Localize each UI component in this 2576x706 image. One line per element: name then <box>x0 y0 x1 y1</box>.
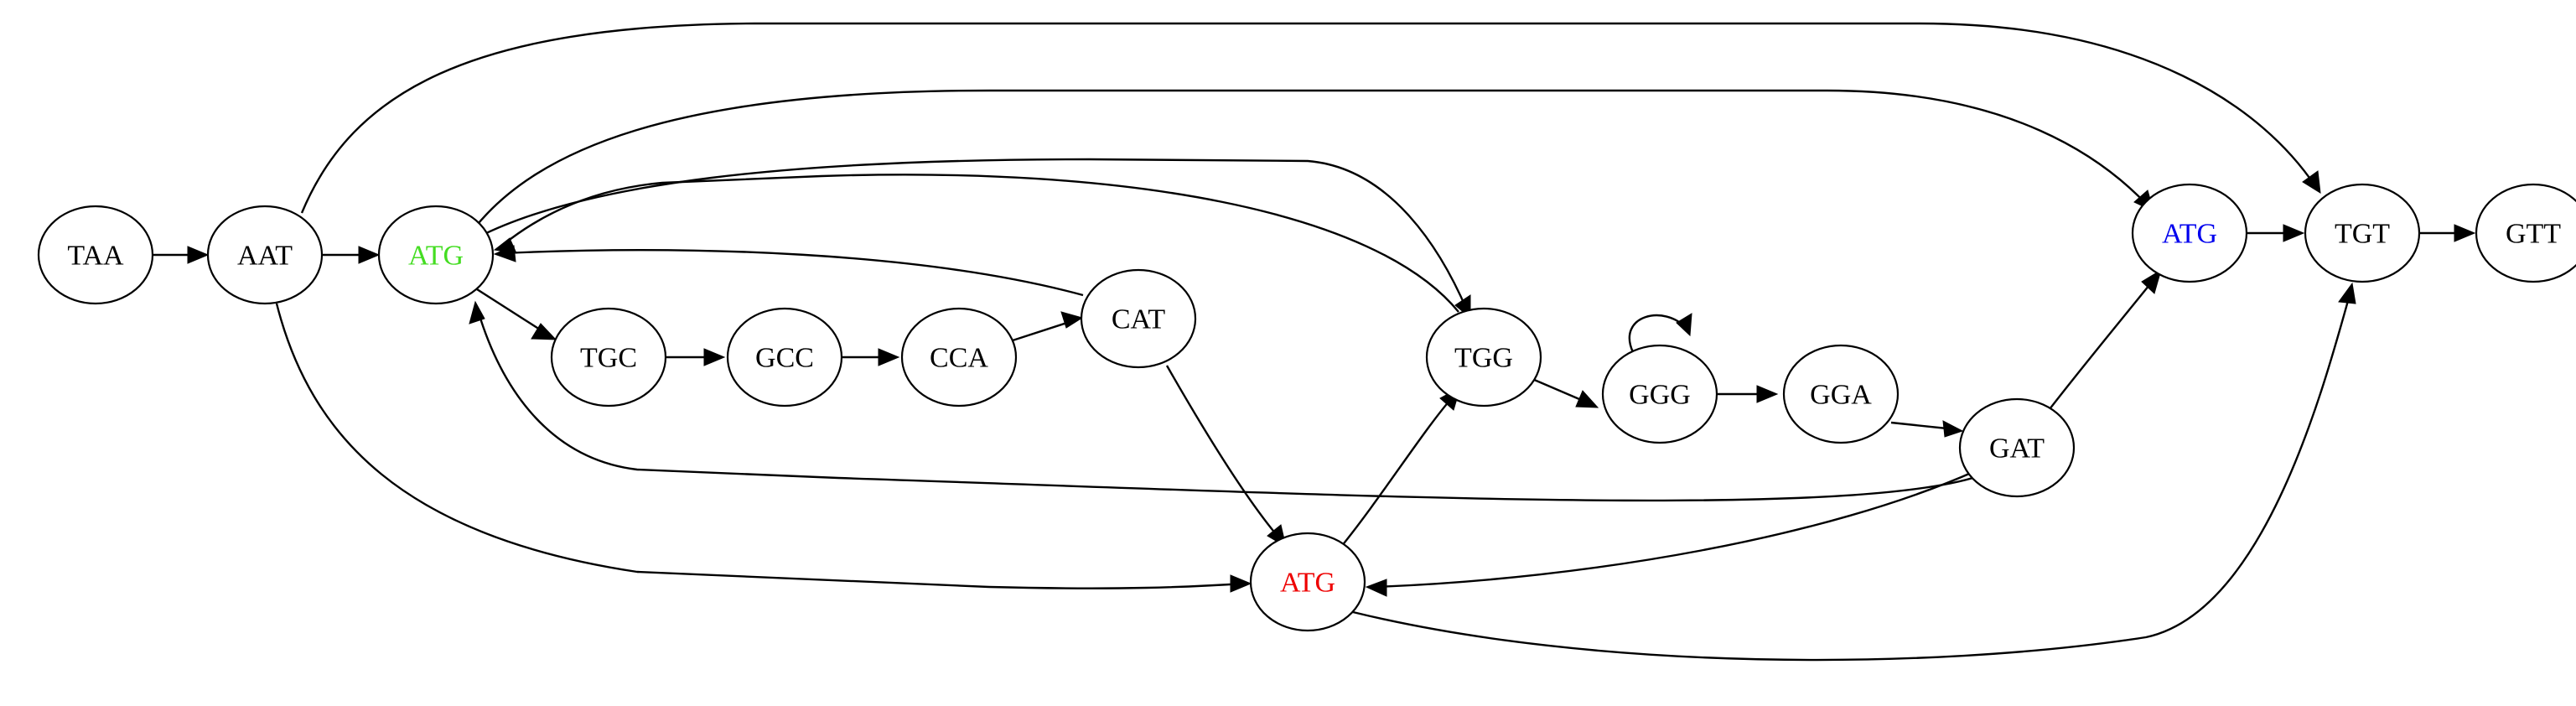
graph-node-aat[interactable]: AAT <box>206 205 324 305</box>
graph-node-tgt[interactable]: TGT <box>2304 183 2421 283</box>
node-label: TAA <box>67 241 124 272</box>
graph-node-gtt[interactable]: GTT <box>2475 183 2576 283</box>
node-label: GGA <box>1810 380 1872 411</box>
node-label: GTT <box>2506 219 2561 250</box>
graph-node-taa[interactable]: TAA <box>37 205 154 305</box>
graph-node-cat[interactable]: CAT <box>1080 268 1197 369</box>
node-label: AAT <box>237 241 293 272</box>
node-label: GCC <box>755 343 814 374</box>
node-label: CCA <box>930 343 988 374</box>
node-label: GGG <box>1629 380 1691 411</box>
graph-node-cca[interactable]: CCA <box>900 307 1018 408</box>
graph-node-tgg[interactable]: TGG <box>1425 307 1542 408</box>
graph-node-gcc[interactable]: GCC <box>726 307 843 408</box>
graph-node-gat[interactable]: GAT <box>1958 397 2076 498</box>
graph-node-atg_b[interactable]: ATG <box>2131 183 2248 283</box>
graph-node-gga[interactable]: GGA <box>1782 344 1900 444</box>
de-bruijn-graph-canvas: TAA AAT ATG TGC GCC CCA CAT TGG GGG GGA GAT ATG TGT G… <box>0 0 2576 706</box>
node-label: ATG <box>2162 219 2217 250</box>
node-label: TGG <box>1454 343 1513 374</box>
graph-node-atg_r[interactable]: ATG <box>1249 532 1366 632</box>
graph-node-ggg[interactable]: GGG <box>1601 344 1718 444</box>
node-label: ATG <box>1280 568 1335 599</box>
node-label: TGT <box>2335 219 2390 250</box>
node-label: ATG <box>408 241 464 272</box>
node-label: GAT <box>1989 433 2045 465</box>
node-label: TGC <box>580 343 637 374</box>
node-label: CAT <box>1112 304 1165 335</box>
graph-node-atg_g[interactable]: ATG <box>377 205 495 305</box>
graph-node-tgc[interactable]: TGC <box>550 307 667 408</box>
